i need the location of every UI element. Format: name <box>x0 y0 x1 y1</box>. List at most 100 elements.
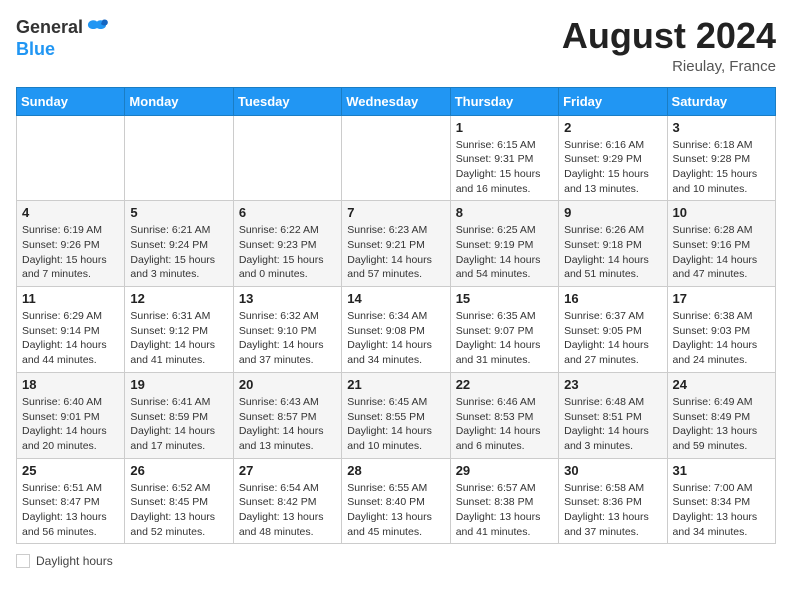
day-info: Sunrise: 6:34 AM Sunset: 9:08 PM Dayligh… <box>347 309 444 368</box>
day-info: Sunrise: 6:25 AM Sunset: 9:19 PM Dayligh… <box>456 223 553 282</box>
weekday-header-monday: Monday <box>125 87 233 115</box>
weekday-header-row: SundayMondayTuesdayWednesdayThursdayFrid… <box>17 87 776 115</box>
calendar-cell: 25Sunrise: 6:51 AM Sunset: 8:47 PM Dayli… <box>17 458 125 544</box>
calendar-cell: 26Sunrise: 6:52 AM Sunset: 8:45 PM Dayli… <box>125 458 233 544</box>
calendar-cell: 16 Sunrise: 6:37 AM Sunset: 9:05 PM Dayli… <box>559 287 667 373</box>
month-year-title: August 2024 <box>562 16 776 56</box>
day-number: 16 <box>564 291 661 306</box>
calendar-cell <box>342 115 450 201</box>
weekday-header-saturday: Saturday <box>667 87 775 115</box>
calendar-week-row: 1 Sunrise: 6:15 AM Sunset: 9:31 PM Daylig… <box>17 115 776 201</box>
day-info: Sunrise: 6:28 AM Sunset: 9:16 PM Dayligh… <box>673 223 770 282</box>
weekday-header-friday: Friday <box>559 87 667 115</box>
calendar-cell: 2Sunrise: 6:16 AM Sunset: 9:29 PM Daylig… <box>559 115 667 201</box>
day-info: Sunrise: 6:29 AM Sunset: 9:14 PM Dayligh… <box>22 309 119 368</box>
day-info: Sunrise: 6:55 AM Sunset: 8:40 PM Dayligh… <box>347 481 444 540</box>
weekday-header-thursday: Thursday <box>450 87 558 115</box>
calendar-cell: 23 Sunrise: 6:48 AM Sunset: 8:51 PM Dayli… <box>559 372 667 458</box>
day-number: 24 <box>673 377 770 392</box>
day-number: 20 <box>239 377 336 392</box>
calendar-cell: 1 Sunrise: 6:15 AM Sunset: 9:31 PM Daylig… <box>450 115 558 201</box>
day-number: 8 <box>456 205 553 220</box>
day-number: 25 <box>22 463 119 478</box>
calendar-cell: 31Sunrise: 7:00 AM Sunset: 8:34 PM Dayli… <box>667 458 775 544</box>
logo-bird-icon <box>85 16 109 40</box>
calendar-cell <box>17 115 125 201</box>
day-info: Sunrise: 6:54 AM Sunset: 8:42 PM Dayligh… <box>239 481 336 540</box>
day-info: Sunrise: 6:49 AM Sunset: 8:49 PM Dayligh… <box>673 395 770 454</box>
day-info: Sunrise: 6:48 AM Sunset: 8:51 PM Dayligh… <box>564 395 661 454</box>
calendar-cell: 15 Sunrise: 6:35 AM Sunset: 9:07 PM Dayli… <box>450 287 558 373</box>
calendar-cell: 17Sunrise: 6:38 AM Sunset: 9:03 PM Dayli… <box>667 287 775 373</box>
day-number: 5 <box>130 205 227 220</box>
calendar-cell: 29Sunrise: 6:57 AM Sunset: 8:38 PM Dayli… <box>450 458 558 544</box>
day-info: Sunrise: 6:38 AM Sunset: 9:03 PM Dayligh… <box>673 309 770 368</box>
day-number: 23 <box>564 377 661 392</box>
calendar-cell: 27Sunrise: 6:54 AM Sunset: 8:42 PM Dayli… <box>233 458 341 544</box>
day-number: 12 <box>130 291 227 306</box>
day-number: 2 <box>564 120 661 135</box>
title-block: August 2024 Rieulay, France <box>562 16 776 75</box>
day-number: 6 <box>239 205 336 220</box>
day-number: 4 <box>22 205 119 220</box>
day-info: Sunrise: 6:45 AM Sunset: 8:55 PM Dayligh… <box>347 395 444 454</box>
day-info: Sunrise: 6:18 AM Sunset: 9:28 PM Dayligh… <box>673 138 770 197</box>
calendar-cell: 30Sunrise: 6:58 AM Sunset: 8:36 PM Dayli… <box>559 458 667 544</box>
day-number: 29 <box>456 463 553 478</box>
day-info: Sunrise: 6:15 AM Sunset: 9:31 PM Dayligh… <box>456 138 553 197</box>
weekday-header-wednesday: Wednesday <box>342 87 450 115</box>
calendar-cell: 21 Sunrise: 6:45 AM Sunset: 8:55 PM Dayli… <box>342 372 450 458</box>
calendar-cell <box>125 115 233 201</box>
calendar-cell <box>233 115 341 201</box>
day-info: Sunrise: 6:58 AM Sunset: 8:36 PM Dayligh… <box>564 481 661 540</box>
calendar-cell: 13 Sunrise: 6:32 AM Sunset: 9:10 PM Dayli… <box>233 287 341 373</box>
day-info: Sunrise: 6:23 AM Sunset: 9:21 PM Dayligh… <box>347 223 444 282</box>
day-info: Sunrise: 6:46 AM Sunset: 8:53 PM Dayligh… <box>456 395 553 454</box>
day-info: Sunrise: 6:32 AM Sunset: 9:10 PM Dayligh… <box>239 309 336 368</box>
day-info: Sunrise: 6:21 AM Sunset: 9:24 PM Dayligh… <box>130 223 227 282</box>
day-number: 21 <box>347 377 444 392</box>
day-number: 11 <box>22 291 119 306</box>
legend-label: Daylight hours <box>36 554 113 568</box>
day-number: 7 <box>347 205 444 220</box>
calendar-cell: 19Sunrise: 6:41 AM Sunset: 8:59 PM Dayli… <box>125 372 233 458</box>
calendar-cell: 7 Sunrise: 6:23 AM Sunset: 9:21 PM Daylig… <box>342 201 450 287</box>
logo-general: General <box>16 18 83 38</box>
legend: Daylight hours <box>16 554 776 568</box>
day-info: Sunrise: 6:26 AM Sunset: 9:18 PM Dayligh… <box>564 223 661 282</box>
day-info: Sunrise: 6:43 AM Sunset: 8:57 PM Dayligh… <box>239 395 336 454</box>
calendar-cell: 11 Sunrise: 6:29 AM Sunset: 9:14 PM Dayli… <box>17 287 125 373</box>
day-info: Sunrise: 6:37 AM Sunset: 9:05 PM Dayligh… <box>564 309 661 368</box>
logo-blue: Blue <box>16 40 55 60</box>
day-number: 15 <box>456 291 553 306</box>
calendar-cell: 5 Sunrise: 6:21 AM Sunset: 9:24 PM Daylig… <box>125 201 233 287</box>
day-number: 26 <box>130 463 227 478</box>
day-number: 10 <box>673 205 770 220</box>
day-info: Sunrise: 6:22 AM Sunset: 9:23 PM Dayligh… <box>239 223 336 282</box>
location-label: Rieulay, France <box>562 58 776 75</box>
day-number: 1 <box>456 120 553 135</box>
day-number: 13 <box>239 291 336 306</box>
calendar-week-row: 18Sunrise: 6:40 AM Sunset: 9:01 PM Dayli… <box>17 372 776 458</box>
calendar-cell: 28 Sunrise: 6:55 AM Sunset: 8:40 PM Dayli… <box>342 458 450 544</box>
day-number: 22 <box>456 377 553 392</box>
day-number: 28 <box>347 463 444 478</box>
logo: General Blue <box>16 16 109 60</box>
calendar-week-row: 25Sunrise: 6:51 AM Sunset: 8:47 PM Dayli… <box>17 458 776 544</box>
day-info: Sunrise: 6:35 AM Sunset: 9:07 PM Dayligh… <box>456 309 553 368</box>
page-header: General Blue August 2024 Rieulay, France <box>16 16 776 75</box>
calendar-cell: 22 Sunrise: 6:46 AM Sunset: 8:53 PM Dayli… <box>450 372 558 458</box>
calendar-week-row: 11 Sunrise: 6:29 AM Sunset: 9:14 PM Dayli… <box>17 287 776 373</box>
day-number: 18 <box>22 377 119 392</box>
calendar-cell: 18Sunrise: 6:40 AM Sunset: 9:01 PM Dayli… <box>17 372 125 458</box>
calendar-week-row: 4 Sunrise: 6:19 AM Sunset: 9:26 PM Daylig… <box>17 201 776 287</box>
calendar-cell: 24 Sunrise: 6:49 AM Sunset: 8:49 PM Dayli… <box>667 372 775 458</box>
weekday-header-tuesday: Tuesday <box>233 87 341 115</box>
weekday-header-sunday: Sunday <box>17 87 125 115</box>
day-info: Sunrise: 6:31 AM Sunset: 9:12 PM Dayligh… <box>130 309 227 368</box>
day-number: 9 <box>564 205 661 220</box>
day-info: Sunrise: 6:19 AM Sunset: 9:26 PM Dayligh… <box>22 223 119 282</box>
calendar-cell: 12 Sunrise: 6:31 AM Sunset: 9:12 PM Dayli… <box>125 287 233 373</box>
calendar-cell: 9 Sunrise: 6:26 AM Sunset: 9:18 PM Daylig… <box>559 201 667 287</box>
calendar-cell: 6 Sunrise: 6:22 AM Sunset: 9:23 PM Daylig… <box>233 201 341 287</box>
